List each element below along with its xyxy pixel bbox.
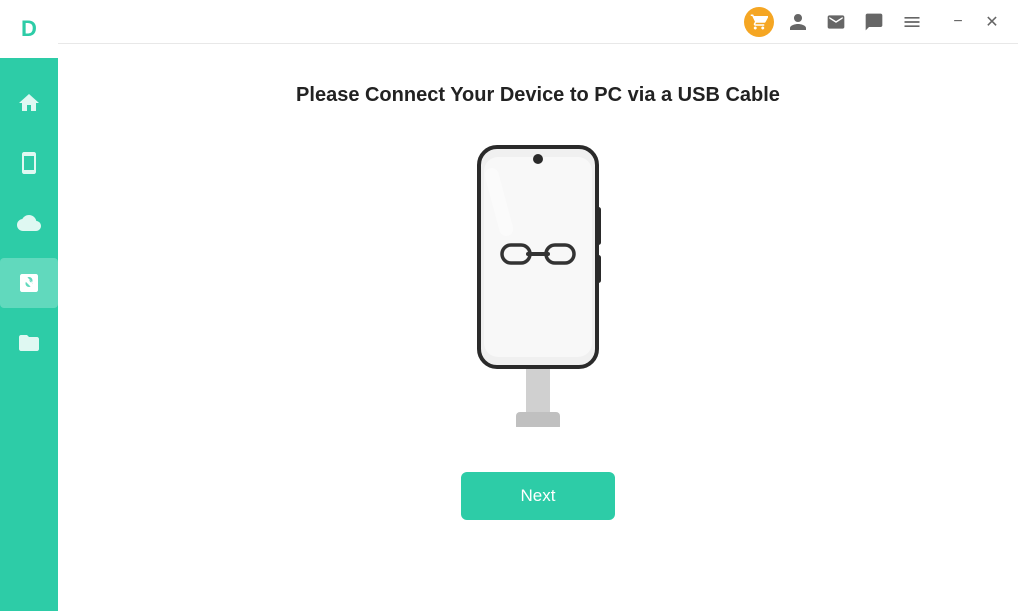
cart-icon (750, 13, 768, 31)
app-logo[interactable]: D (0, 0, 58, 58)
device-icon (17, 151, 41, 175)
chat-icon-btn[interactable] (860, 8, 888, 36)
device-illustration (458, 137, 618, 432)
sidebar-item-repair[interactable] (0, 258, 58, 308)
sidebar-item-backup[interactable] (0, 198, 58, 248)
minimize-button[interactable]: − (944, 8, 972, 36)
next-button[interactable]: Next (461, 472, 616, 520)
page-title: Please Connect Your Device to PC via a U… (296, 84, 780, 107)
sidebar-nav (0, 78, 58, 368)
chat-icon (864, 12, 884, 32)
repair-icon (17, 271, 41, 295)
menu-icon (902, 12, 922, 32)
folder-icon (17, 331, 41, 355)
close-button[interactable]: ✕ (978, 8, 1006, 36)
cart-icon-btn[interactable] (744, 7, 774, 37)
window-controls: − ✕ (944, 8, 1006, 36)
user-icon (788, 12, 808, 32)
home-icon (17, 91, 41, 115)
mail-icon-btn[interactable] (822, 8, 850, 36)
phone-usb-svg (458, 137, 618, 427)
main-area: − ✕ Please Connect Your Device to PC via… (58, 0, 1018, 611)
titlebar: − ✕ (58, 0, 1018, 44)
sidebar: D (0, 0, 58, 611)
cloud-icon (17, 211, 41, 235)
sidebar-item-device[interactable] (0, 138, 58, 188)
titlebar-icons: − ✕ (744, 7, 1006, 37)
menu-icon-btn[interactable] (898, 8, 926, 36)
sidebar-item-files[interactable] (0, 318, 58, 368)
user-icon-btn[interactable] (784, 8, 812, 36)
mail-icon (826, 12, 846, 32)
sidebar-item-home[interactable] (0, 78, 58, 128)
page-content: Please Connect Your Device to PC via a U… (58, 44, 1018, 611)
